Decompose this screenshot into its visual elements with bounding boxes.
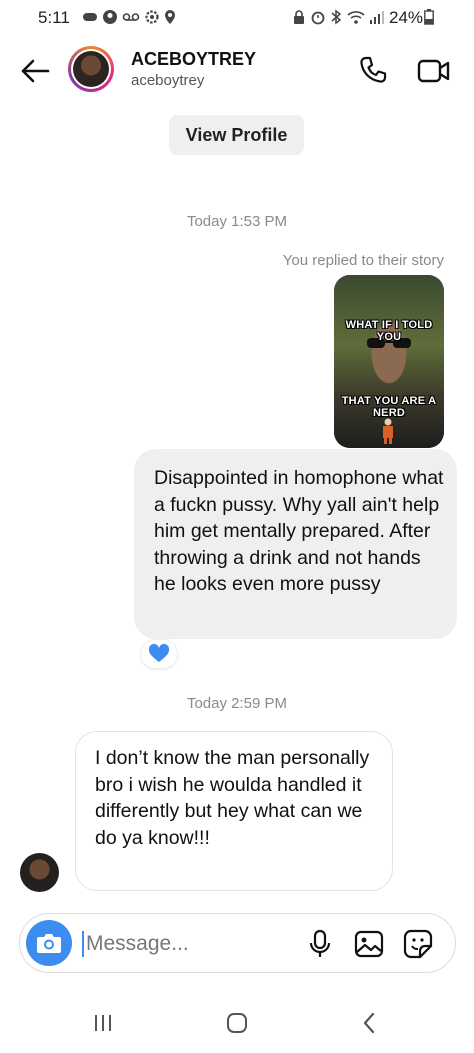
camera-button[interactable] — [26, 920, 72, 966]
alarm-icon — [311, 11, 325, 25]
message-input[interactable] — [86, 928, 286, 960]
recent-apps-icon[interactable] — [92, 1013, 114, 1033]
story-caption-top: WHAT IF I TOLD YOU — [345, 319, 433, 343]
lock-icon — [294, 10, 304, 24]
timestamp: Today 1:53 PM — [186, 213, 288, 230]
nav-back-icon[interactable] — [360, 1012, 378, 1034]
bluetooth-icon — [331, 9, 342, 25]
username[interactable]: aceboytrey — [131, 72, 204, 89]
story-reply-note: You replied to their story — [282, 252, 444, 269]
voicemail-icon — [122, 13, 140, 21]
game-icon — [83, 13, 97, 21]
message-reaction[interactable] — [141, 640, 177, 668]
view-profile-button[interactable]: View Profile — [169, 115, 304, 155]
display-name[interactable]: ACEBOYTREY — [131, 49, 256, 70]
phone-icon[interactable] — [358, 55, 388, 85]
status-time: 5:11 — [38, 8, 70, 27]
camera-icon — [37, 934, 61, 953]
location-icon — [165, 10, 175, 24]
outgoing-message-text: Disappointed in homophone what a fuckn p… — [154, 467, 444, 595]
battery-percent: 24% — [389, 8, 424, 27]
story-thumbnail[interactable]: WHAT IF I TOLD YOU THAT YOU ARE A NERD — [334, 275, 444, 448]
settings-icon — [145, 10, 159, 24]
sticker-icon[interactable] — [403, 929, 433, 959]
gallery-icon[interactable] — [354, 930, 384, 958]
timestamp: Today 2:59 PM — [186, 695, 288, 712]
home-icon[interactable] — [226, 1012, 248, 1034]
blue-heart-icon — [148, 643, 170, 662]
incoming-message-bubble[interactable]: I don’t know the man personally bro i wi… — [75, 731, 393, 891]
text-cursor — [82, 931, 84, 957]
account-icon — [103, 10, 117, 24]
outgoing-message-bubble[interactable]: Disappointed in homophone what a fuckn p… — [134, 449, 457, 639]
sender-avatar[interactable] — [20, 853, 59, 892]
profile-avatar[interactable] — [68, 46, 114, 92]
wifi-icon — [347, 11, 365, 24]
story-caption-bottom: THAT YOU ARE A NERD — [341, 395, 437, 419]
incoming-message-text: I don’t know the man personally bro i wi… — [95, 747, 370, 849]
person-figure — [383, 418, 393, 444]
status-bar: 5:11 24% — [0, 0, 474, 36]
signal-icon — [370, 11, 384, 24]
battery-icon — [424, 9, 434, 25]
microphone-icon[interactable] — [307, 929, 333, 959]
back-arrow-icon[interactable] — [18, 54, 52, 88]
video-call-icon[interactable] — [417, 57, 451, 85]
